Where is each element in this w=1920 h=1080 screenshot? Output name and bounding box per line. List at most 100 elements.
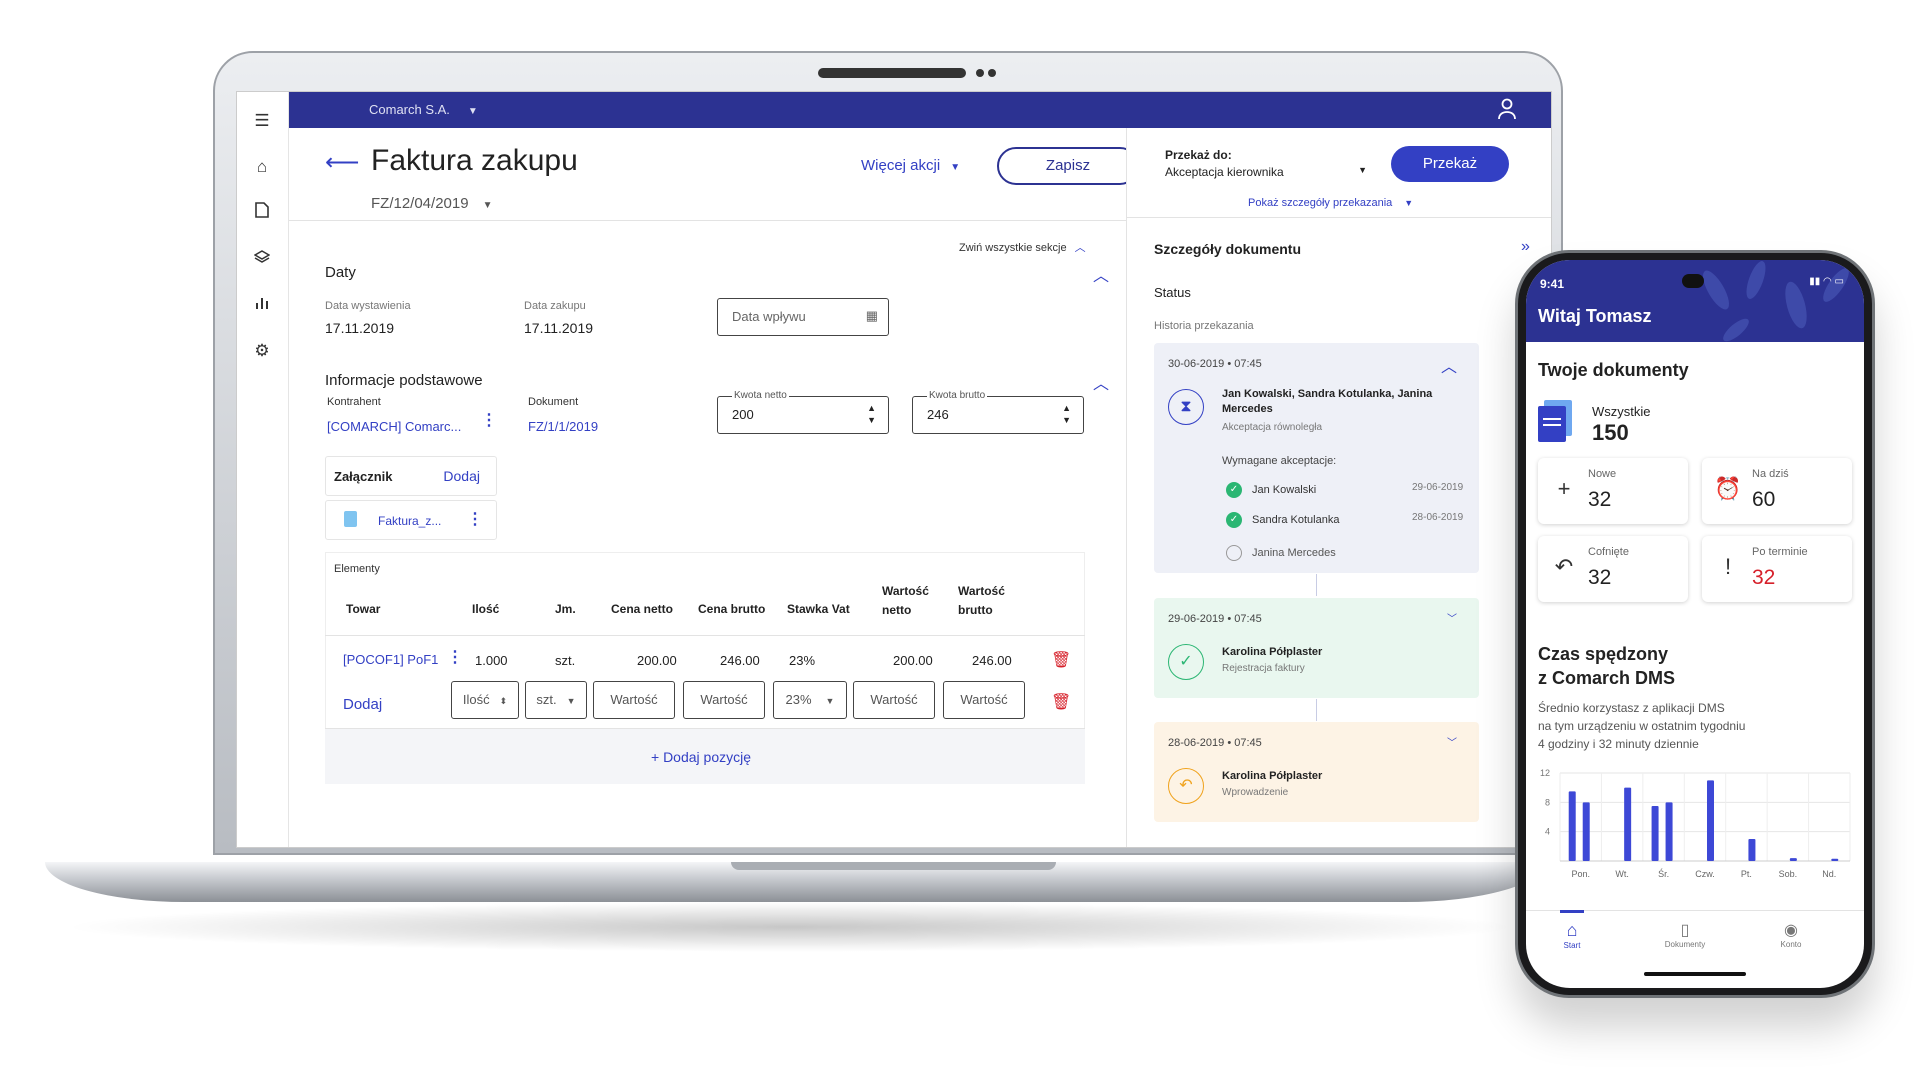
check-circle-icon: ✓	[1226, 482, 1242, 498]
section-title-dates: Daty	[325, 264, 356, 281]
document-label: Dokument	[528, 396, 579, 408]
tile-label: Na dziś	[1752, 468, 1789, 480]
approver-name: Janina Mercedes	[1252, 547, 1336, 559]
vat-rate-value: 23%	[785, 692, 812, 707]
double-chevron-right-icon[interactable]: »	[1521, 238, 1530, 256]
transfer-button[interactable]: Przekaż	[1391, 146, 1509, 182]
attachment-add-button[interactable]: Dodaj	[443, 468, 480, 484]
gross-amount-field[interactable]: Kwota brutto 246 ▲ ▼	[912, 390, 1084, 434]
gross-price-input[interactable]: Wartość	[683, 681, 765, 719]
issue-date-value: 17.11.2019	[325, 320, 395, 336]
column-header: Cena brutto	[698, 602, 766, 616]
more-actions-button[interactable]: Więcej akcji ▼	[861, 157, 960, 174]
section-title-basic-info: Informacje podstawowe	[325, 372, 483, 389]
cell-value-gross: 246.00	[972, 653, 1012, 668]
more-vertical-icon[interactable]: ⋮	[447, 647, 463, 667]
chevron-up-icon[interactable]: ︿	[1093, 370, 1109, 394]
chevron-down-icon: ▼	[482, 200, 493, 211]
camera-dot	[988, 69, 996, 77]
collapse-all-sections-link[interactable]: Zwiń wszystkie sekcje ︿	[959, 239, 1086, 255]
column-header: Stawka Vat	[787, 602, 850, 616]
attachment-file-name[interactable]: Faktura_z...	[378, 514, 441, 528]
attachment-file-row[interactable]: Faktura_z... ⋮	[325, 500, 497, 540]
show-transfer-details-link[interactable]: Pokaż szczegóły przekazania ▼	[1248, 197, 1413, 209]
stepper-arrows-icon: ⬍	[499, 696, 508, 706]
issue-date-label: Data wystawienia	[325, 300, 411, 312]
cell-gross-price: 246.00	[720, 653, 760, 668]
stepper-arrows-icon[interactable]: ▲ ▼	[1062, 402, 1071, 426]
tile-label: Cofnięte	[1588, 546, 1629, 558]
nav-account[interactable]: ◉ Konto	[1766, 920, 1816, 949]
bar	[1789, 858, 1797, 861]
chevron-up-icon[interactable]: ︿	[1093, 262, 1109, 286]
user-profile-icon[interactable]	[1497, 98, 1517, 125]
layers-icon[interactable]	[251, 248, 273, 270]
calendar-icon[interactable]: ▦	[866, 308, 878, 324]
description-line: na tym urządzeniu w ostatnim tygodniu	[1538, 719, 1746, 733]
quantity-input[interactable]: Ilość ⬍	[451, 681, 519, 719]
more-vertical-icon[interactable]: ⋮	[481, 410, 497, 430]
time-spent-title-line: z Comarch DMS	[1538, 668, 1676, 688]
history-names: Jan Kowalski, Sandra Kotulanka, Janina M…	[1222, 388, 1433, 415]
chevron-down-icon[interactable]: ﹀	[1447, 610, 1457, 625]
receipt-date-field[interactable]: Data wpływu ▦	[717, 298, 889, 336]
value-net-input[interactable]: Wartość	[853, 681, 935, 719]
history-names: Karolina Półplaster	[1222, 770, 1323, 782]
transfer-to-label: Przekaż do:	[1165, 148, 1232, 162]
add-row-button[interactable]: Dodaj	[343, 696, 382, 713]
documents-stack-icon[interactable]	[1538, 400, 1576, 444]
product-link[interactable]: [POCOF1] PoF1	[343, 652, 438, 667]
image-file-icon	[344, 511, 357, 527]
nav-start[interactable]: ⌂ Start	[1550, 920, 1594, 950]
approver-name: Jan Kowalski	[1252, 484, 1317, 496]
home-icon[interactable]: ⌂	[251, 156, 273, 178]
unit-select[interactable]: szt. ▼	[525, 681, 587, 719]
document-link[interactable]: FZ/1/1/2019	[528, 419, 598, 434]
document-icon[interactable]	[251, 202, 273, 224]
laptop-base-notch	[731, 862, 1056, 870]
more-vertical-icon[interactable]: ⋮	[467, 509, 483, 529]
net-amount-field[interactable]: Kwota netto 200 ▲ ▼	[717, 390, 889, 434]
tile-value: 32	[1752, 566, 1776, 589]
contractor-link[interactable]: [COMARCH] Comarc...	[327, 419, 461, 434]
trash-icon[interactable]: 🗑	[1051, 692, 1071, 712]
back-arrow-icon[interactable]: ⟵	[325, 148, 359, 177]
net-price-input[interactable]: Wartość	[593, 681, 675, 719]
chevron-down-icon: ▼	[467, 106, 478, 117]
transfer-to-select[interactable]: Akceptacja kierownika ▼	[1165, 165, 1385, 179]
leaf-decoration-icon	[1703, 261, 1849, 342]
greeting: Witaj Tomasz	[1538, 306, 1652, 326]
history-card-registration: 29-06-2019 • 07:45 ﹀ ✓ Karolina Półplast…	[1154, 598, 1479, 698]
cell-value-net: 200.00	[893, 653, 933, 668]
exclamation-icon: !	[1724, 554, 1732, 579]
stepper-arrows-icon[interactable]: ▲ ▼	[867, 402, 876, 426]
hamburger-menu-icon[interactable]: ☰	[251, 110, 273, 132]
check-circle-icon: ✓	[1226, 512, 1242, 528]
tile-today[interactable]: ⏰ Na dziś 60	[1702, 458, 1852, 524]
cell-vat-rate: 23%	[789, 653, 816, 668]
value-gross-input[interactable]: Wartość	[943, 681, 1025, 719]
tile-returned[interactable]: ↶ Cofnięte 32	[1538, 536, 1688, 602]
trash-icon[interactable]: 🗑	[1051, 650, 1071, 670]
all-documents-count: 150	[1592, 420, 1629, 445]
document-number-selector[interactable]: FZ/12/04/2019 ▼	[371, 195, 492, 212]
chevron-down-icon[interactable]: ﹀	[1447, 734, 1457, 749]
save-button[interactable]: Zapisz	[997, 147, 1139, 185]
tile-new[interactable]: + Nowe 32	[1538, 458, 1688, 524]
bar-chart-icon[interactable]	[251, 294, 273, 316]
chevron-down-icon: ▼	[825, 696, 835, 706]
settings-gear-icon[interactable]: ⚙	[251, 340, 273, 362]
chevron-up-icon[interactable]: ︿	[1441, 353, 1457, 377]
add-position-button[interactable]: + Dodaj pozycję	[651, 749, 751, 765]
company-selector[interactable]: Comarch S.A. ▼	[369, 92, 478, 128]
document-icon: ▯	[1680, 922, 1690, 939]
nav-documents[interactable]: ▯ Dokumenty	[1650, 920, 1720, 949]
tile-value: 32	[1588, 566, 1612, 589]
tile-overdue[interactable]: ! Po terminie 32	[1702, 536, 1852, 602]
attachment-label: Załącznik	[334, 469, 393, 484]
vat-rate-select[interactable]: 23% ▼	[773, 681, 847, 719]
home-icon: ⌂	[1566, 920, 1578, 940]
home-indicator	[1644, 972, 1746, 976]
signal-wifi-battery-icon: ▮▮ ◠ ▭	[1809, 276, 1844, 287]
chevron-up-icon: ︿	[1074, 242, 1086, 254]
